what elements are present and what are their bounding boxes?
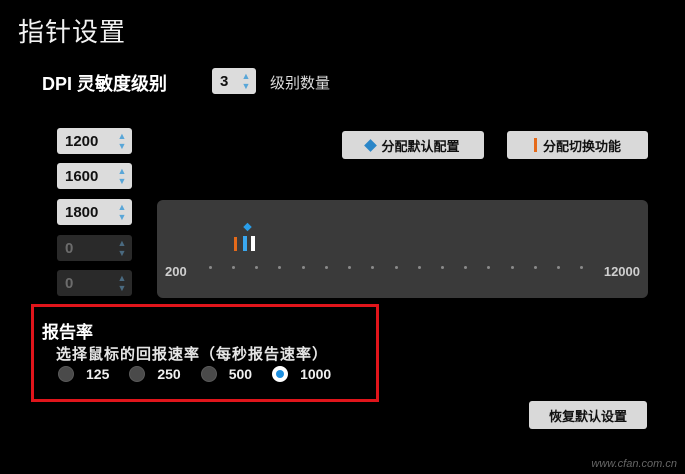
report-rate-subtitle: 选择鼠标的回报速率（每秒报告速率） [56,346,329,363]
page-title: 指针设置 [18,17,127,47]
slider-tick [278,266,281,269]
slider-tick [580,266,583,269]
dpi-level-4-value: 0 [65,240,74,257]
slider-tick [325,266,328,269]
dpi-markers[interactable] [227,220,267,260]
level-count-label: 级别数量 [270,75,331,92]
assign-default-button[interactable]: 分配默认配置 [342,131,484,159]
radio-button-selected[interactable] [272,366,289,382]
switch-dpi-marker-icon [234,237,237,251]
dpi-level-5-stepper: 0 ▲ ▼ [57,270,132,296]
radio-button[interactable] [58,366,74,382]
report-rate-option-500[interactable]: 500 [200,366,253,382]
slider-tick [232,266,235,269]
slider-tick [534,266,537,269]
restore-defaults-button[interactable]: 恢复默认设置 [529,401,647,429]
stepper-arrows-icon[interactable]: ▲ ▼ [115,200,129,224]
dpi-level-1-stepper[interactable]: 1200 ▲ ▼ [57,128,132,154]
switch-marker-icon [533,138,537,152]
slider-tick [464,266,467,269]
stepper-arrows-icon[interactable]: ▲ ▼ [239,69,253,93]
assign-switch-button[interactable]: 分配切换功能 [507,131,648,159]
slider-tick [209,266,212,269]
slider-tick [371,266,374,269]
slider-tick [511,266,514,269]
dpi-slider-panel[interactable]: 200 12000 [157,200,648,298]
report-rate-title: 报告率 [42,323,93,342]
dpi-level-2-value: 1600 [65,168,99,185]
slider-max-label: 12000 [603,264,640,279]
restore-defaults-label: 恢复默认设置 [548,408,627,424]
dpi-level-3-stepper[interactable]: 1800 ▲ ▼ [57,199,132,225]
assign-switch-label: 分配切换功能 [542,138,621,154]
report-rate-options: 125 250 500 1000 [58,366,351,382]
slider-min-label: 200 [165,264,187,279]
default-dpi-marker-icon [243,222,252,232]
dpi-level-count-stepper[interactable]: 3 ▲ ▼ [212,68,256,94]
radio-button[interactable] [200,366,217,382]
radio-label: 1000 [300,366,332,382]
slider-tick [255,266,258,269]
stepper-arrows-icon: ▲ ▼ [117,273,127,293]
radio-label: 500 [228,366,253,382]
radio-button[interactable] [129,366,146,382]
dpi-level-4-stepper: 0 ▲ ▼ [57,235,132,261]
report-rate-option-250[interactable]: 250 [129,366,181,382]
slider-tick [395,266,398,269]
report-rate-option-1000[interactable]: 1000 [272,366,331,382]
dpi-sensitivity-label: DPI 灵敏度级别 [42,74,168,94]
stepper-arrows-icon: ▲ ▼ [117,238,127,258]
dpi-level-handle [251,236,255,251]
assign-default-label: 分配默认配置 [381,138,460,154]
watermark: www.cfan.com.cn [591,458,677,470]
slider-tick [348,266,351,269]
default-marker-icon [364,138,378,152]
radio-label: 250 [157,366,181,382]
stepper-arrows-icon[interactable]: ▲ ▼ [115,129,129,153]
slider-tick [557,266,560,269]
slider-tick [302,266,305,269]
dpi-level-handle [243,236,247,251]
dpi-level-count-value: 3 [220,73,229,90]
slider-tick [418,266,421,269]
dpi-level-1-value: 1200 [65,133,99,150]
slider-tick [441,266,444,269]
dpi-level-5-value: 0 [65,275,74,292]
radio-label: 125 [86,366,110,382]
stepper-arrows-icon[interactable]: ▲ ▼ [115,164,129,188]
slider-tick [487,266,490,269]
dpi-level-3-value: 1800 [65,204,99,221]
dpi-level-2-stepper[interactable]: 1600 ▲ ▼ [57,163,132,189]
report-rate-option-125[interactable]: 125 [58,366,109,382]
